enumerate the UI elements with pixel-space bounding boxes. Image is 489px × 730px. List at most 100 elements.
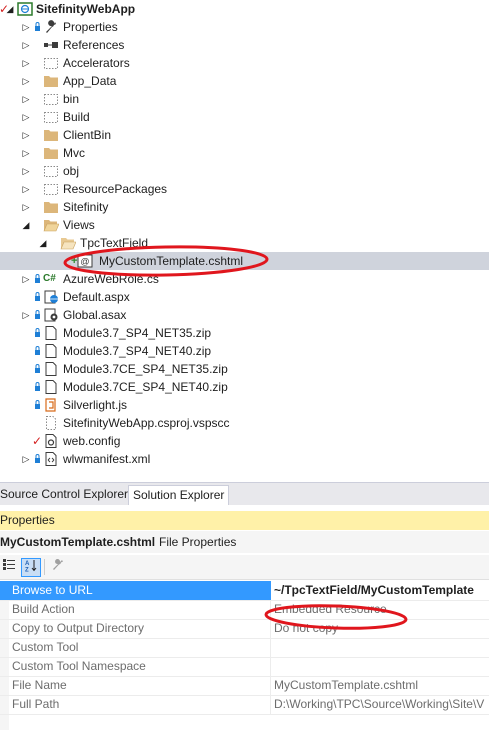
property-name: Copy to Output Directory [12, 621, 145, 635]
lock-icon [35, 400, 40, 409]
property-row-custom-tool[interactable]: Custom Tool [0, 638, 489, 658]
property-value[interactable]: Do not copy [274, 619, 338, 638]
svg-text:A: A [25, 561, 30, 567]
property-row-build-action[interactable]: Build Action Embedded Resource [0, 600, 489, 620]
folder-icon [44, 130, 58, 141]
collapsed-arrow-icon[interactable]: ▷ [21, 126, 31, 144]
property-value[interactable]: D:\Working\TPC\Source\Working\Site\V [274, 695, 484, 714]
collapsed-arrow-icon[interactable]: ▷ [21, 54, 31, 72]
lock-icon [35, 22, 40, 31]
tree-item-module-zip[interactable]: Module3.7_SP4_NET40.zip [0, 342, 489, 360]
tree-item-global-asax[interactable]: ▷ Global.asax [0, 306, 489, 324]
properties-window-header[interactable]: Properties [0, 511, 489, 530]
tree-item-default-aspx[interactable]: Default.aspx [0, 288, 489, 306]
tab-label: Source Control Explorer [0, 487, 129, 501]
tree-item-module-zip[interactable]: Module3.7_SP4_NET35.zip [0, 324, 489, 342]
tree-item-clientbin[interactable]: ▷ ClientBin [0, 126, 489, 144]
grid-divider [270, 657, 271, 676]
categorized-view-icon[interactable] [0, 558, 18, 575]
tree-item-accelerators[interactable]: ▷ Accelerators [0, 54, 489, 72]
property-name: Browse to URL [12, 583, 93, 597]
tree-item-project[interactable]: ✓ ◢ SitefinityWebApp [0, 0, 489, 18]
lock-icon [35, 292, 40, 301]
asax-file-icon [44, 308, 58, 322]
tree-item-label: Properties [63, 20, 118, 34]
expanded-arrow-icon[interactable]: ◢ [38, 234, 48, 252]
tree-item-label: Module3.7_SP4_NET35.zip [63, 326, 212, 340]
property-name: Build Action [12, 602, 75, 616]
grid-divider [270, 676, 271, 695]
tree-item-tpctextfield[interactable]: ◢ TpcTextField [0, 234, 489, 252]
tree-item-bin[interactable]: ▷ bin [0, 90, 489, 108]
lock-icon [35, 454, 40, 463]
property-name: Custom Tool [12, 640, 79, 654]
tree-item-label: obj [63, 164, 80, 178]
properties-object-type: File Properties [159, 535, 237, 549]
collapsed-arrow-icon[interactable]: ▷ [21, 198, 31, 216]
tree-item-views[interactable]: ◢ Views [0, 216, 489, 234]
alphabetical-sort-icon[interactable]: AZ [21, 558, 41, 577]
tree-item-vspscc[interactable]: SitefinityWebApp.csproj.vspscc [0, 414, 489, 432]
tab-solution-explorer[interactable]: Solution Explorer [128, 485, 230, 505]
collapsed-arrow-icon[interactable]: ▷ [21, 72, 31, 90]
tree-item-label: Accelerators [63, 56, 130, 70]
expanded-arrow-icon[interactable]: ◢ [5, 0, 15, 18]
collapsed-arrow-icon[interactable]: ▷ [21, 450, 31, 468]
tree-item-label: Module3.7CE_SP4_NET40.zip [63, 380, 228, 394]
tree-item-sitefinity[interactable]: ▷ Sitefinity [0, 198, 489, 216]
tree-item-module-zip[interactable]: Module3.7CE_SP4_NET40.zip [0, 378, 489, 396]
property-pages-wrench-icon[interactable] [49, 558, 67, 575]
tree-item-web-config[interactable]: ✓ web.config [0, 432, 489, 450]
file-icon [45, 380, 57, 394]
lock-icon [35, 346, 40, 355]
collapsed-arrow-icon[interactable]: ▷ [21, 306, 31, 324]
tree-item-properties[interactable]: ▷ Properties [0, 18, 489, 36]
tree-item-wlwmanifest[interactable]: ▷ wlwmanifest.xml [0, 450, 489, 468]
lock-icon [35, 328, 40, 337]
property-value[interactable]: ~/TpcTextField/MyCustomTemplate [271, 581, 489, 600]
collapsed-arrow-icon[interactable]: ▷ [21, 144, 31, 162]
property-value[interactable]: MyCustomTemplate.cshtml [274, 676, 418, 695]
tree-item-mycustomtemplate[interactable]: + @ MyCustomTemplate.cshtml [0, 252, 489, 270]
tree-item-mvc[interactable]: ▷ Mvc [0, 144, 489, 162]
tree-item-label: Mvc [63, 146, 85, 160]
tree-item-references[interactable]: ▷ References [0, 36, 489, 54]
tree-item-obj[interactable]: ▷ obj [0, 162, 489, 180]
tree-item-module-zip[interactable]: Module3.7CE_SP4_NET35.zip [0, 360, 489, 378]
tab-source-control-explorer[interactable]: Source Control Explorer [0, 485, 132, 504]
property-row-custom-tool-namespace[interactable]: Custom Tool Namespace [0, 657, 489, 677]
collapsed-arrow-icon[interactable]: ▷ [21, 162, 31, 180]
tree-item-azurewebrole[interactable]: ▷ C# AzureWebRole.cs [0, 270, 489, 288]
tree-item-silverlight-js[interactable]: Silverlight.js [0, 396, 489, 414]
svg-text:@: @ [80, 257, 89, 267]
expanded-arrow-icon[interactable]: ◢ [21, 216, 31, 234]
checkout-check-icon: ✓ [32, 434, 43, 448]
collapsed-arrow-icon[interactable]: ▷ [21, 36, 31, 54]
open-folder-icon [43, 220, 59, 232]
toolbar-separator [44, 559, 45, 575]
collapsed-arrow-icon[interactable]: ▷ [21, 108, 31, 126]
property-row-full-path[interactable]: Full Path D:\Working\TPC\Source\Working\… [0, 695, 489, 715]
open-folder-icon [60, 238, 76, 250]
solution-explorer-tree: ✓ ◢ SitefinityWebApp ▷ Properties ▷ Refe… [0, 0, 489, 480]
collapsed-arrow-icon[interactable]: ▷ [21, 18, 31, 36]
property-row-browse-to-url[interactable]: Browse to URL ~/TpcTextField/MyCustomTem… [0, 581, 489, 601]
tree-item-app-data[interactable]: ▷ App_Data [0, 72, 489, 90]
property-row-file-name[interactable]: File Name MyCustomTemplate.cshtml [0, 676, 489, 696]
lock-icon [35, 274, 40, 283]
tree-item-build[interactable]: ▷ Build [0, 108, 489, 126]
collapsed-arrow-icon[interactable]: ▷ [21, 90, 31, 108]
tree-item-label: Sitefinity [63, 200, 109, 214]
properties-object-selector[interactable]: MyCustomTemplate.cshtml File Properties [0, 531, 489, 553]
collapsed-arrow-icon[interactable]: ▷ [21, 270, 31, 288]
properties-toolbar: AZ [0, 555, 489, 580]
tree-item-label: SitefinityWebApp [36, 2, 136, 16]
property-row-copy-to-output[interactable]: Copy to Output Directory Do not copy [0, 619, 489, 639]
property-name: Custom Tool Namespace [12, 659, 146, 673]
property-value[interactable]: Embedded Resource [274, 600, 387, 619]
tree-item-resourcepackages[interactable]: ▷ ResourcePackages [0, 180, 489, 198]
collapsed-arrow-icon[interactable]: ▷ [21, 180, 31, 198]
lock-icon [35, 310, 40, 319]
grid-divider [270, 600, 271, 619]
file-icon [45, 344, 57, 358]
